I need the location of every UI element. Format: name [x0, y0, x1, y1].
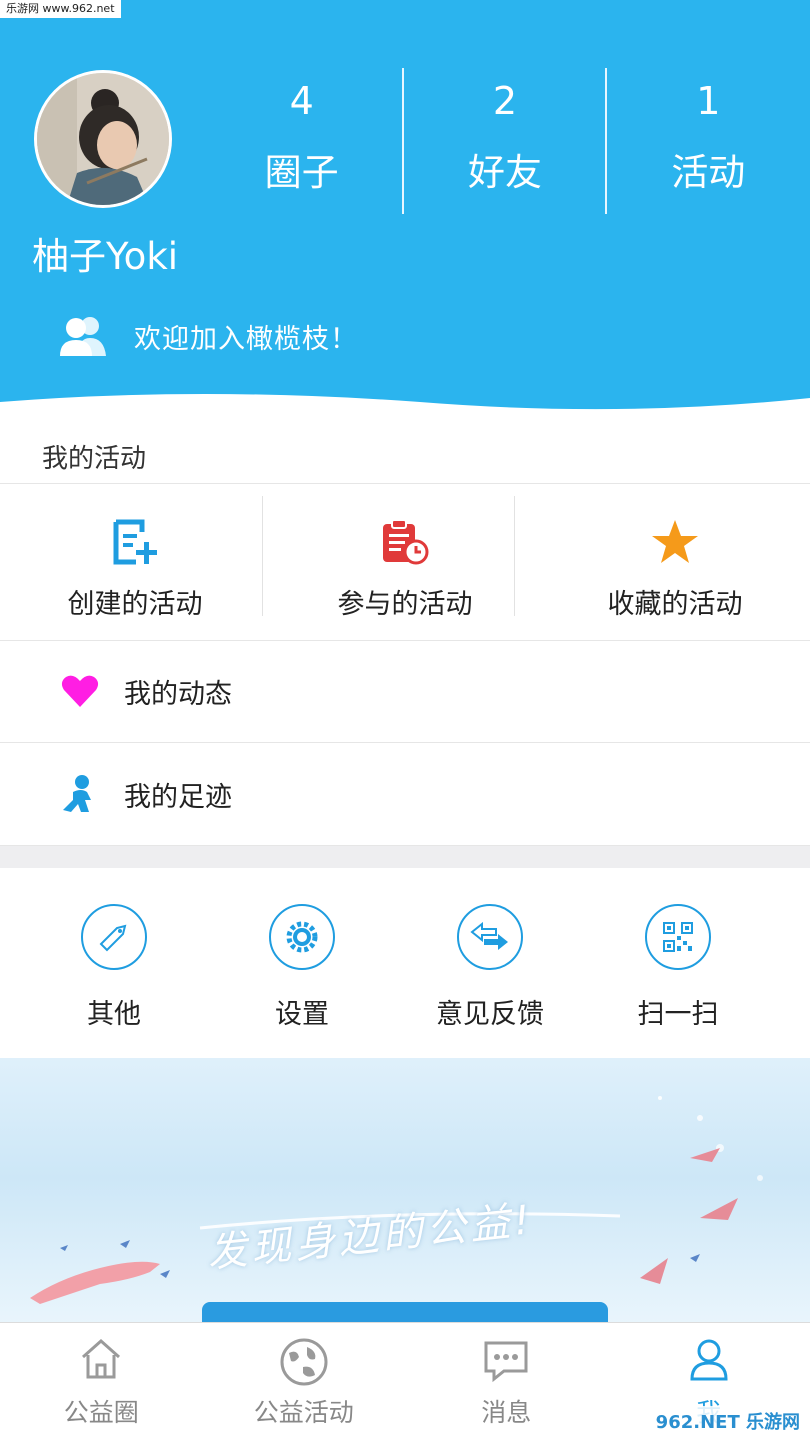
my-footprints-label: 我的足迹 — [124, 775, 232, 814]
my-footprints-item[interactable]: 我的足迹 — [0, 743, 810, 846]
heart-icon — [61, 674, 99, 708]
feedback-button[interactable]: 意见反馈 — [396, 868, 584, 1058]
other-button[interactable]: 其他 — [20, 868, 208, 1058]
qr-code-icon — [663, 922, 693, 952]
created-activities-label: 创建的活动 — [0, 582, 270, 621]
tag-icon — [97, 920, 131, 954]
banner-art — [0, 1058, 810, 1324]
stat-divider — [402, 68, 404, 214]
home-icon — [79, 1337, 123, 1381]
feedback-label: 意见反馈 — [396, 992, 584, 1031]
section-separator — [0, 846, 810, 868]
stats-bar: 4 圈子 2 好友 1 活动 — [200, 68, 810, 214]
scan-label: 扫一扫 — [584, 992, 772, 1031]
tools-row: 其他 设置 意见反馈 — [0, 868, 810, 1058]
favorite-activities-label: 收藏的活动 — [540, 582, 810, 621]
scan-button[interactable]: 扫一扫 — [584, 868, 772, 1058]
arrows-exchange-icon — [470, 922, 510, 952]
cell-divider — [514, 496, 515, 616]
stat-divider — [605, 68, 607, 214]
stat-activities-count: 1 — [607, 76, 810, 126]
header-wave — [0, 380, 810, 420]
star-icon — [650, 518, 700, 566]
stat-circles-label: 圈子 — [200, 142, 403, 196]
nav-circle-label: 公益圈 — [0, 1393, 203, 1429]
user-icon — [689, 1337, 729, 1381]
created-activities-button[interactable]: 创建的活动 — [0, 484, 270, 640]
my-activities-row: 创建的活动 参与的活动 收藏的活动 — [0, 483, 810, 641]
other-label: 其他 — [20, 992, 208, 1031]
nav-messages-label: 消息 — [405, 1393, 608, 1429]
nav-activities-label: 公益活动 — [203, 1393, 406, 1429]
cell-divider — [262, 496, 263, 616]
stat-friends-count: 2 — [403, 76, 606, 126]
globe-icon — [279, 1337, 329, 1387]
nav-activities[interactable]: 公益活动 — [203, 1323, 406, 1441]
my-feed-item[interactable]: 我的动态 — [0, 640, 810, 743]
nav-messages[interactable]: 消息 — [405, 1323, 608, 1441]
banner-button[interactable] — [202, 1302, 608, 1324]
promo-banner[interactable]: 发现身边的公益! — [0, 1058, 810, 1324]
stat-activities-label: 活动 — [607, 142, 810, 196]
profile-header: 柚子Yoki 4 圈子 2 好友 1 活动 欢迎加入橄榄枝！ — [0, 0, 810, 420]
stat-circles[interactable]: 4 圈子 — [200, 68, 403, 214]
welcome-text: 欢迎加入橄榄枝！ — [134, 317, 358, 356]
clipboard-clock-icon — [380, 518, 430, 566]
welcome-banner: 欢迎加入橄榄枝！ — [58, 314, 358, 358]
stat-activities[interactable]: 1 活动 — [607, 68, 810, 214]
settings-button[interactable]: 设置 — [208, 868, 396, 1058]
stat-friends[interactable]: 2 好友 — [403, 68, 606, 214]
message-icon — [482, 1337, 530, 1385]
joined-activities-button[interactable]: 参与的活动 — [270, 484, 540, 640]
users-icon — [58, 314, 108, 358]
create-activity-icon — [112, 518, 158, 566]
avatar[interactable] — [34, 70, 172, 208]
my-feed-label: 我的动态 — [124, 672, 232, 711]
joined-activities-label: 参与的活动 — [270, 582, 540, 621]
nav-circle[interactable]: 公益圈 — [0, 1323, 203, 1441]
settings-label: 设置 — [208, 992, 396, 1031]
stat-friends-label: 好友 — [403, 142, 606, 196]
my-activities-title: 我的活动 — [42, 438, 146, 475]
avatar-photo — [37, 73, 169, 205]
gear-icon — [283, 918, 321, 956]
watermark-top: 乐游网 www.962.net — [0, 0, 121, 18]
watermark-bottom: 962.NET 乐游网 — [650, 1406, 806, 1436]
username: 柚子Yoki — [32, 226, 178, 280]
favorite-activities-button[interactable]: 收藏的活动 — [540, 484, 810, 640]
walking-person-icon — [61, 774, 99, 814]
stat-circles-count: 4 — [200, 76, 403, 126]
